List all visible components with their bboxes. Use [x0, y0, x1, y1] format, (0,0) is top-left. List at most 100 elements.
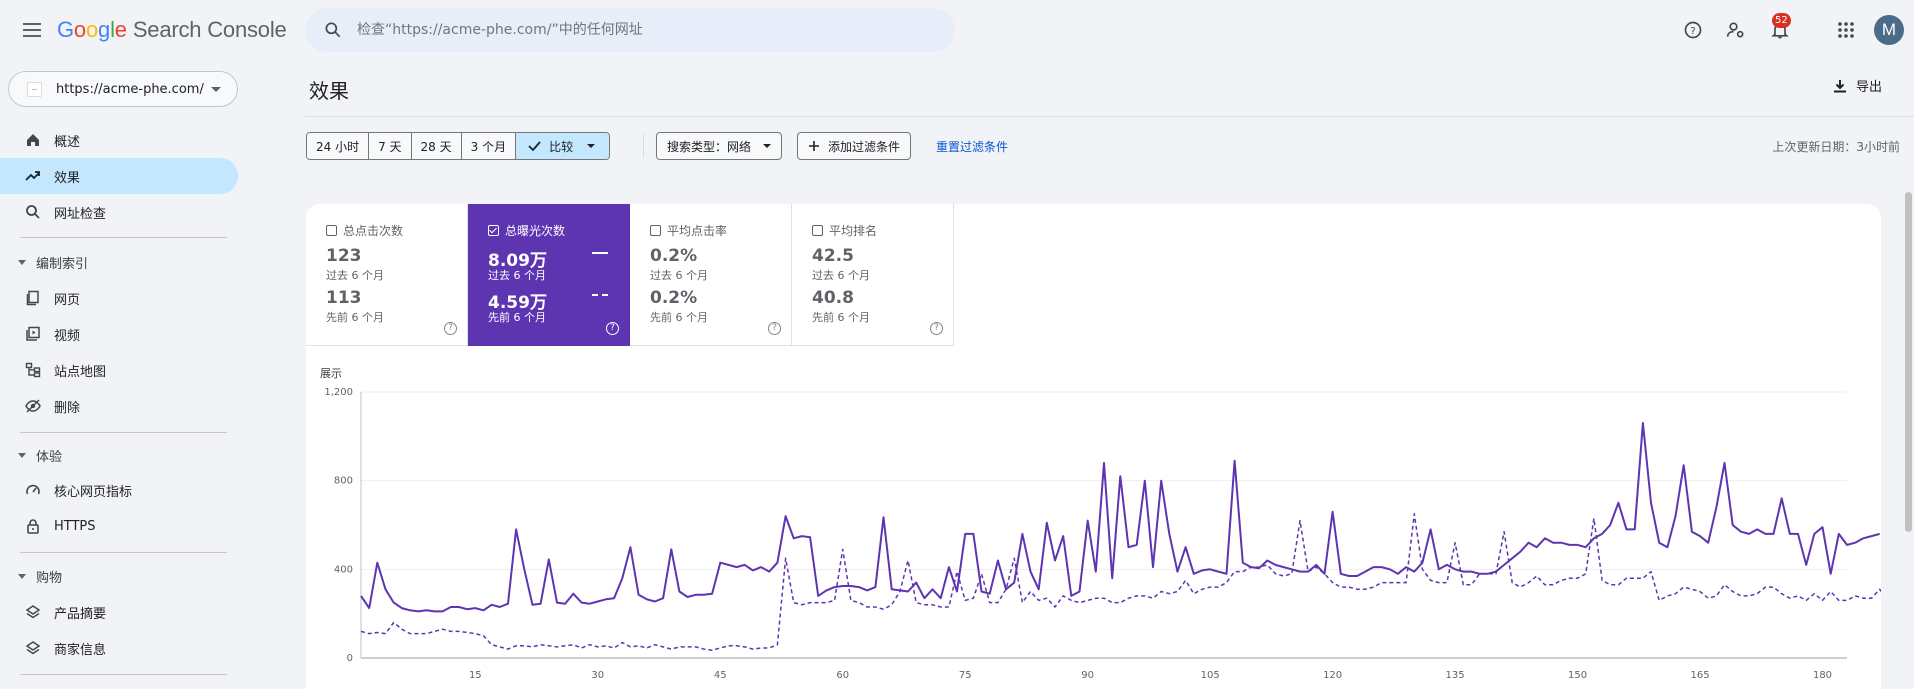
header-divider — [305, 116, 1914, 117]
y-tick-label: 400 — [334, 564, 353, 575]
top-bar: GoogleSearch Console ? 52 M — [0, 0, 1914, 60]
divider — [643, 134, 644, 158]
sidebar-item-sitemaps[interactable]: 站点地图 — [0, 352, 238, 388]
main-menu-icon[interactable] — [20, 19, 44, 43]
series-line-previous — [360, 513, 1881, 651]
divider — [20, 552, 227, 553]
speed-gauge-icon — [24, 481, 42, 499]
section-experience[interactable]: 体验 — [0, 440, 238, 470]
x-tick-label: 90 — [1081, 670, 1094, 681]
metric-current-value: 123 — [326, 246, 362, 266]
y-tick-label: 800 — [334, 476, 353, 487]
x-tick-label: 75 — [959, 670, 972, 681]
search-icon — [325, 22, 341, 38]
sidebar-item-https[interactable]: HTTPS — [0, 508, 238, 544]
user-settings-icon[interactable] — [1722, 16, 1750, 44]
checkbox[interactable] — [650, 225, 661, 236]
avatar[interactable]: M — [1874, 15, 1904, 45]
apps-grid-icon[interactable] — [1832, 16, 1860, 44]
help-icon[interactable]: ? — [444, 322, 457, 335]
divider — [20, 674, 227, 675]
x-tick-label: 60 — [836, 670, 849, 681]
date-range-selector: 24 小时 7 天 28 天 3 个月 比较 — [306, 132, 611, 160]
property-url: https://acme-phe.com/ — [56, 82, 204, 97]
lock-icon — [24, 517, 42, 535]
divider — [20, 432, 227, 433]
help-icon[interactable]: ? — [606, 322, 619, 335]
sidebar-item-pages[interactable]: 网页 — [0, 280, 238, 316]
url-inspect-search[interactable] — [305, 8, 955, 52]
x-tick-label: 150 — [1568, 670, 1587, 681]
scrollbar[interactable] — [1905, 192, 1912, 532]
date-range-3m[interactable]: 3 个月 — [461, 133, 517, 159]
metric-average-ctr[interactable]: 平均点击率 0.2% 过去 6 个月 0.2% 先前 6 个月 ? — [630, 204, 792, 346]
metric-previous-period: 先前 6 个月 — [812, 311, 870, 324]
sidebar-item-merchant-listings[interactable]: 商家信息 — [0, 630, 238, 666]
app-logo[interactable]: Google Search Console — [57, 17, 287, 43]
section-indexing[interactable]: 编制索引 — [0, 247, 238, 277]
x-tick-label: 120 — [1323, 670, 1342, 681]
section-shopping[interactable]: 购物 — [0, 561, 238, 591]
x-tick-label: 180 — [1813, 670, 1832, 681]
last-updated: 上次更新日期：3小时前 — [1772, 140, 1900, 154]
metric-previous-value: 40.8 — [812, 288, 854, 308]
sidebar-item-videos[interactable]: 视频 — [0, 316, 238, 352]
metric-total-clicks[interactable]: 总点击次数 123 过去 6 个月 113 先前 6 个月 ? — [306, 204, 468, 346]
metric-average-position[interactable]: 平均排名 42.5 过去 6 个月 40.8 先前 6 个月 ? — [792, 204, 954, 346]
notification-badge: 52 — [1772, 13, 1791, 28]
chevron-down-icon — [763, 144, 772, 148]
legend-dashed-line — [592, 294, 608, 296]
checkbox[interactable] — [488, 225, 499, 236]
metric-total-impressions[interactable]: 总曝光次数 8.09万 过去 6 个月 4.59万 先前 6 个月 ? — [468, 204, 630, 346]
date-range-7d[interactable]: 7 天 — [369, 133, 412, 159]
metric-previous-value: 113 — [326, 288, 362, 308]
help-icon[interactable]: ? — [930, 322, 943, 335]
chevron-down-icon — [18, 259, 26, 265]
search-input[interactable] — [357, 16, 937, 44]
chevron-down-icon — [587, 144, 596, 148]
property-selector[interactable]: ~ https://acme-phe.com/ — [8, 71, 238, 107]
chevron-down-icon — [18, 452, 26, 458]
metric-previous-value: 0.2% — [650, 288, 698, 308]
checkbox[interactable] — [326, 225, 337, 236]
checkbox[interactable] — [812, 225, 823, 236]
home-icon — [24, 131, 42, 149]
export-button[interactable]: 导出 — [1832, 76, 1882, 95]
y-tick-label: 0 — [347, 653, 353, 664]
date-range-28d[interactable]: 28 天 — [411, 133, 462, 159]
download-icon — [1834, 79, 1846, 92]
layers-icon — [24, 639, 42, 657]
sidebar-item-product-snippets[interactable]: 产品摘要 — [0, 594, 238, 630]
add-filter-button[interactable]: 添加过滤条件 — [797, 132, 912, 160]
help-icon[interactable]: ? — [1679, 16, 1707, 44]
checkmark-icon — [528, 141, 541, 151]
help-icon[interactable]: ? — [768, 322, 781, 335]
metric-previous-period: 先前 6 个月 — [488, 311, 546, 324]
sidebar-item-overview[interactable]: 概述 — [0, 122, 238, 158]
y-axis-label: 展示 — [320, 367, 342, 380]
sidebar-item-removals[interactable]: 删除 — [0, 388, 238, 424]
sidebar-item-performance[interactable]: 效果 — [0, 158, 238, 194]
divider — [20, 237, 227, 238]
x-tick-label: 30 — [591, 670, 604, 681]
x-tick-label: 165 — [1690, 670, 1709, 681]
video-icon — [24, 325, 42, 343]
x-tick-label: 15 — [469, 670, 482, 681]
removal-icon — [24, 397, 42, 415]
performance-card: 总点击次数 123 过去 6 个月 113 先前 6 个月 ? 总曝光次数 8.… — [306, 204, 1881, 689]
x-tick-label: 45 — [714, 670, 727, 681]
metric-current-value: 42.5 — [812, 246, 854, 266]
metric-current-value: 0.2% — [650, 246, 698, 266]
metric-current-period: 过去 6 个月 — [488, 269, 546, 282]
metric-previous-period: 先前 6 个月 — [650, 311, 708, 324]
plus-icon — [809, 141, 819, 151]
sitemap-icon — [24, 361, 42, 379]
metric-current-period: 过去 6 个月 — [650, 269, 708, 282]
sidebar-item-core-web-vitals[interactable]: 核心网页指标 — [0, 472, 238, 508]
sidebar-item-url-inspection[interactable]: 网址检查 — [0, 194, 238, 230]
search-type-filter[interactable]: 搜索类型：网络 — [656, 132, 783, 160]
reset-filters-link[interactable]: 重置过滤条件 — [936, 138, 1008, 155]
date-range-24h[interactable]: 24 小时 — [307, 133, 370, 159]
pages-icon — [24, 289, 42, 307]
compare-button[interactable]: 比较 — [516, 133, 610, 159]
